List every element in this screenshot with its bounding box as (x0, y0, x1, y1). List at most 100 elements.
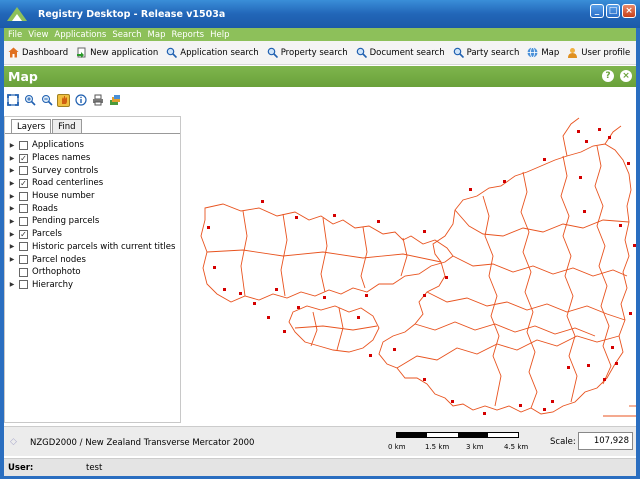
pan-icon[interactable] (57, 93, 70, 107)
close-window-button[interactable]: × (622, 4, 636, 18)
property-search-button[interactable]: Property search (267, 47, 348, 58)
layer-row-6[interactable]: ▶ Pending parcels (7, 215, 175, 228)
layer-label: Hierarchy (32, 279, 74, 290)
map-canvas[interactable] (183, 116, 636, 423)
menu-help[interactable]: Help (210, 30, 229, 40)
layer-label: Parcels (32, 229, 62, 240)
application-search-button[interactable]: Application search (166, 47, 259, 58)
layer-row-8[interactable]: ▶ Historic parcels with current titles (7, 241, 176, 254)
zoom-in-icon[interactable] (23, 94, 36, 107)
layer-row-5[interactable]: ▶ Roads (7, 202, 175, 215)
user-profile-button[interactable]: User profile (567, 47, 630, 58)
full-extent-icon[interactable] (6, 94, 19, 107)
document-search-button[interactable]: Document search (356, 47, 445, 58)
zoom-out-icon[interactable] (40, 94, 53, 107)
new-application-label: New application (90, 47, 159, 58)
expand-arrow-icon[interactable]: ▶ (7, 155, 17, 162)
minimize-button[interactable]: _ (590, 4, 604, 18)
layer-checkbox[interactable] (19, 280, 28, 290)
user-profile-label: User profile (581, 47, 631, 58)
layer-row-2[interactable]: ▶ Survey controls (7, 164, 175, 177)
menu-applications[interactable]: Applications (54, 30, 106, 40)
expand-arrow-icon[interactable]: ▶ (7, 231, 17, 238)
crs-label: NZGD2000 / New Zealand Transverse Mercat… (30, 438, 255, 448)
menu-file[interactable]: File (8, 30, 22, 40)
window-frame-right (636, 28, 640, 479)
layer-checkbox[interactable] (19, 242, 28, 252)
dashboard-label: Dashboard (22, 47, 69, 58)
expand-arrow-icon[interactable]: ▶ (7, 218, 17, 225)
title-bar: Registry Desktop - Release v1503a _ □ × (0, 0, 640, 28)
layer-checkbox[interactable]: ✓ (19, 153, 28, 163)
layer-checkbox[interactable] (19, 191, 28, 201)
layer-checkbox[interactable]: ✓ (19, 178, 28, 188)
search-icon (166, 47, 178, 58)
layer-label: Road centerlines (32, 178, 104, 189)
layer-checkbox[interactable] (19, 140, 28, 150)
tab-divider (5, 133, 180, 134)
map-button[interactable]: Map (527, 47, 559, 58)
menu-search[interactable]: Search (112, 30, 141, 40)
panel-title: Map (8, 69, 38, 84)
menu-map[interactable]: Map (148, 30, 166, 40)
map-toolbar (4, 92, 121, 108)
layer-row-7[interactable]: ▶ ✓ Parcels (7, 228, 175, 241)
expand-arrow-icon[interactable]: ▶ (7, 193, 17, 200)
map-panel-header: Map ? × (4, 66, 636, 87)
expand-arrow-icon[interactable]: ▶ (7, 281, 17, 288)
expand-arrow-icon[interactable]: ▶ (7, 205, 17, 212)
party-search-button[interactable]: Party search (453, 47, 520, 58)
layer-label: Roads (32, 203, 58, 214)
layer-checkbox[interactable] (19, 166, 28, 176)
info-icon[interactable] (74, 94, 87, 107)
menu-reports[interactable]: Reports (171, 30, 204, 40)
party-search-label: Party search (466, 47, 520, 58)
tab-find[interactable]: Find (52, 119, 82, 134)
scale-tick-3: 4.5 km (504, 443, 529, 451)
layer-checkbox[interactable] (19, 216, 28, 226)
maximize-button[interactable]: □ (606, 4, 620, 18)
property-search-label: Property search (280, 47, 348, 58)
layer-row-0[interactable]: ▶ Applications (7, 139, 175, 152)
user-value: test (86, 463, 103, 473)
expand-arrow-icon[interactable]: ▶ (7, 256, 17, 263)
layers-panel: Layers Find ▶ Applications ▶ ✓ Places names ▶… (4, 116, 181, 423)
print-icon[interactable] (91, 94, 104, 107)
expand-arrow-icon[interactable]: ▶ (7, 243, 17, 250)
layer-row-1[interactable]: ▶ ✓ Places names (7, 152, 175, 165)
menu-view[interactable]: View (28, 30, 48, 40)
globe-icon (527, 47, 538, 58)
layers-icon[interactable] (108, 94, 121, 107)
place-name-points (207, 128, 636, 415)
parcel-outlines (200, 117, 636, 417)
home-icon (8, 47, 19, 58)
help-icon[interactable]: ? (602, 70, 614, 82)
layer-row-3[interactable]: ▶ ✓ Road centerlines (7, 177, 175, 190)
new-application-button[interactable]: New application (76, 47, 158, 58)
layer-row-11[interactable]: ▶ Hierarchy (7, 279, 175, 292)
layer-label: Historic parcels with current titles (32, 241, 176, 252)
layer-label: House number (32, 191, 95, 202)
layer-row-4[interactable]: ▶ House number (7, 190, 175, 203)
layer-row-9[interactable]: ▶ Parcel nodes (7, 253, 175, 266)
user-icon (567, 47, 578, 58)
search-icon (267, 47, 278, 58)
menu-bar: File View Applications Search Map Report… (4, 28, 636, 41)
dashboard-button[interactable]: Dashboard (8, 47, 68, 58)
expand-arrow-icon[interactable]: ▶ (7, 180, 17, 187)
layer-checkbox[interactable] (19, 267, 28, 277)
scale-tick-0: 0 km (388, 443, 406, 451)
expand-arrow-icon[interactable]: ▶ (7, 142, 17, 149)
layer-row-10[interactable]: Orthophoto (7, 266, 175, 279)
scale-input[interactable] (578, 432, 633, 450)
map-label: Map (541, 47, 560, 58)
layer-checkbox[interactable] (19, 204, 28, 214)
layer-checkbox[interactable] (19, 255, 28, 265)
layer-label: Pending parcels (32, 216, 100, 227)
tab-layers[interactable]: Layers (11, 119, 52, 134)
expand-arrow-icon[interactable]: ▶ (7, 167, 17, 174)
layer-checkbox[interactable]: ✓ (19, 229, 28, 239)
close-icon[interactable]: × (620, 70, 632, 82)
app-logo-icon (7, 7, 27, 21)
layer-label: Applications (32, 140, 84, 151)
